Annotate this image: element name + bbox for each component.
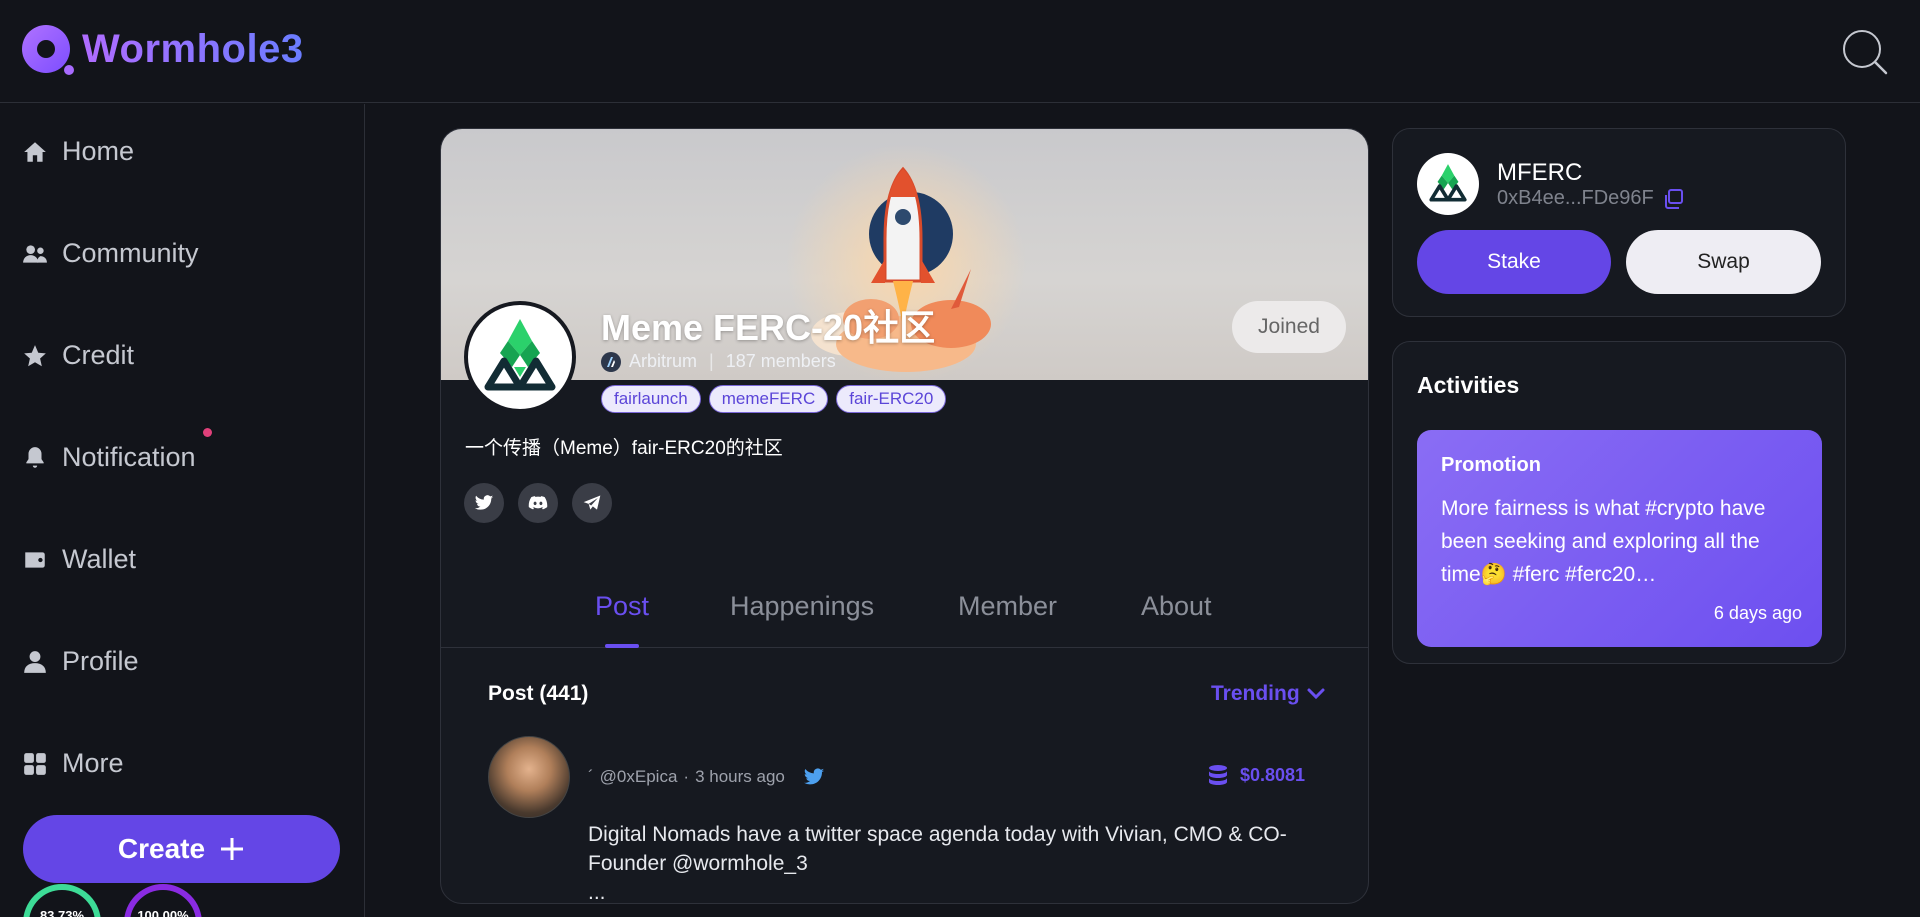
community-tabs: Post Happenings Member About (441, 559, 1368, 648)
stake-button[interactable]: Stake (1417, 230, 1611, 294)
token-logo (1417, 153, 1479, 215)
star-icon (24, 344, 46, 366)
sidebar-item-label: Profile (62, 646, 139, 676)
sidebar-item-label: Notification (62, 442, 196, 472)
post-author-name[interactable]: ´ (588, 767, 594, 787)
promotion-title: Promotion (1441, 454, 1541, 476)
sort-dropdown[interactable]: Trending (1211, 682, 1326, 706)
meta-separator: | (709, 351, 714, 371)
chevron-down-icon (1307, 688, 1325, 700)
mferc-logo-icon (1429, 164, 1467, 202)
post-time: 3 hours ago (695, 767, 785, 786)
discord-icon (528, 496, 548, 510)
mferc-logo-icon (484, 319, 556, 391)
sidebar-item-community[interactable]: Community (22, 238, 199, 269)
wallet-icon (25, 551, 45, 568)
post-ellipsis: ... (588, 881, 606, 904)
twitter-source-icon[interactable] (801, 766, 827, 788)
activities-card: Activities Promotion More fairness is wh… (1392, 341, 1846, 664)
plus-icon (221, 838, 244, 860)
tag-fair-erc20[interactable]: fair-ERC20 (836, 385, 947, 413)
sidebar-item-credit[interactable]: Credit (22, 340, 134, 371)
reward-value: $0.8081 (1240, 764, 1306, 785)
promotion-card[interactable]: Promotion More fairness is what #crypto … (1417, 430, 1822, 647)
tab-happenings[interactable]: Happenings (730, 591, 874, 622)
promotion-text: More fairness is what #crypto have been … (1441, 497, 1766, 586)
create-button[interactable]: Create (23, 815, 340, 883)
swap-button[interactable]: Swap (1626, 230, 1821, 294)
sidebar-item-label: Home (62, 136, 135, 166)
grid-icon (24, 752, 46, 775)
sidebar-item-more[interactable]: More (22, 748, 124, 779)
discord-link[interactable] (518, 483, 558, 523)
community-description: 一个传播（Meme）fair-ERC20的社区 (465, 438, 783, 459)
promotion-time: 6 days ago (1713, 603, 1802, 623)
sidebar-item-label: Credit (62, 340, 135, 370)
sidebar-item-notification[interactable]: Notification (22, 428, 212, 473)
post-author-avatar[interactable] (488, 736, 570, 818)
sort-label: Trending (1211, 682, 1300, 705)
community-icon (23, 244, 47, 263)
app-logo[interactable]: Wormhole3 (22, 25, 304, 75)
twitter-icon (474, 495, 494, 510)
credit-gauge: 83.73% (23, 884, 101, 917)
gauge-value: 100.00% (137, 908, 189, 917)
token-name: MFERC (1497, 159, 1583, 186)
tab-post[interactable]: Post (595, 591, 649, 622)
telegram-link[interactable] (572, 483, 612, 523)
chain-name: Arbitrum (629, 351, 698, 371)
token-address: 0xB4ee...FDe96F (1497, 187, 1684, 210)
joined-button[interactable]: Joined (1232, 301, 1346, 353)
copy-icon[interactable] (1662, 188, 1684, 210)
meta-dot: · (683, 767, 690, 786)
post-meta: ´ @0xEpica · 3 hours ago (588, 766, 827, 788)
telegram-icon (583, 495, 601, 510)
search-button[interactable] (1840, 27, 1888, 75)
community-tags: fairlaunch memeFERC fair-ERC20 (601, 385, 947, 413)
post-reward: $0.8081 (1206, 763, 1305, 787)
community-meta: Arbitrum | 187 members (601, 351, 836, 372)
member-count: 187 members (725, 351, 836, 371)
wormhole-logo-icon (22, 25, 70, 73)
app-name: Wormhole3 (82, 26, 304, 71)
community-card: Meme FERC-20社区 Arbitrum | 187 members Jo… (440, 128, 1369, 904)
search-icon (1843, 30, 1888, 75)
token-card: MFERC 0xB4ee...FDe96F Stake Swap (1392, 128, 1846, 317)
post-text: Digital Nomads have a twitter space agen… (588, 823, 1287, 875)
post-body[interactable]: Digital Nomads have a twitter space agen… (588, 820, 1328, 904)
sidebar-item-home[interactable]: Home (22, 136, 134, 167)
top-bar: Wormhole3 (0, 0, 1920, 103)
create-label: Create (117, 833, 206, 864)
sidebar-item-wallet[interactable]: Wallet (22, 544, 136, 575)
profile-icon (24, 650, 46, 673)
gauge-value: 83.73% (39, 908, 85, 917)
post-count: Post (441) (488, 682, 589, 705)
coins-icon (1209, 765, 1227, 785)
active-tab-indicator (605, 644, 639, 648)
sidebar: Home Community Credit Notification Walle… (0, 104, 365, 917)
home-icon (24, 141, 46, 162)
arbitrum-icon (601, 351, 621, 372)
energy-gauge: 100.00% (124, 884, 202, 917)
tag-fairlaunch[interactable]: fairlaunch (601, 385, 701, 413)
activities-title: Activities (1417, 372, 1520, 398)
tab-about[interactable]: About (1141, 591, 1212, 622)
tag-memeferc[interactable]: memeFERC (708, 385, 829, 413)
notification-dot (203, 428, 212, 437)
tab-member[interactable]: Member (958, 591, 1057, 622)
community-avatar (464, 301, 576, 413)
token-address-text: 0xB4ee...FDe96F (1497, 187, 1654, 209)
sidebar-item-label: Wallet (62, 544, 137, 574)
social-links (464, 483, 612, 523)
bell-icon (26, 446, 44, 468)
app-root: Wormhole3 Home Community Credit Notifica… (0, 0, 1920, 917)
sidebar-item-profile[interactable]: Profile (22, 646, 139, 677)
logo-dot (64, 65, 74, 75)
community-title: Meme FERC-20社区 (601, 307, 936, 348)
sidebar-item-label: Community (62, 238, 199, 268)
post-author-handle[interactable]: @0xEpica (600, 767, 678, 787)
twitter-link[interactable] (464, 483, 504, 523)
sidebar-item-label: More (62, 748, 124, 778)
